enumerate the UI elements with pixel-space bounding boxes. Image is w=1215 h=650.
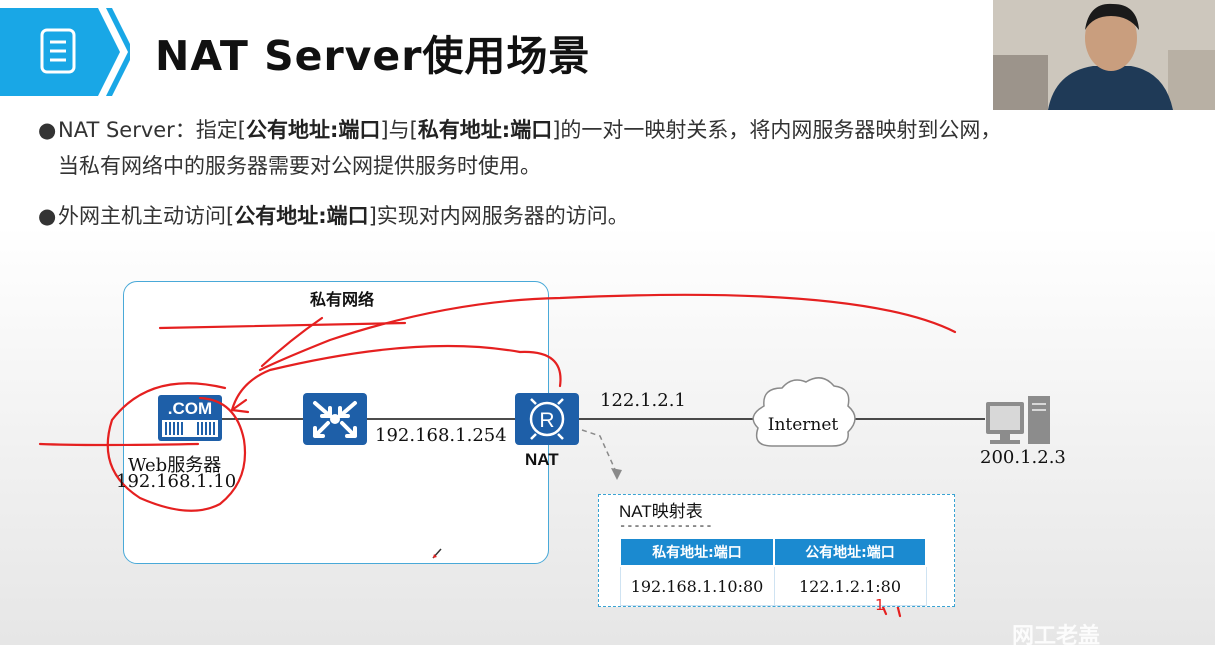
nat-table-panel: NAT映射表 ------------- 私有地址:端口 公有地址:端口 192… bbox=[598, 494, 955, 607]
table-header-row: 私有地址:端口 公有地址:端口 bbox=[619, 537, 927, 567]
bullet-external-access: ●外网主机主动访问[公有地址:端口]实现对内网服务器的访问。 bbox=[38, 204, 629, 228]
router-label: NAT bbox=[525, 450, 559, 469]
host-pc-icon bbox=[986, 396, 1050, 444]
bullet-bold: 公有地址:端口 bbox=[234, 204, 369, 228]
svg-text:R: R bbox=[539, 409, 554, 432]
annotation-number: 1 bbox=[875, 596, 885, 614]
router-to-table-arrow bbox=[581, 429, 618, 475]
bullet-nat-server-line2: 当私有网络中的服务器需要对公网提供服务时使用。 bbox=[58, 154, 541, 178]
host-ip-label: 200.1.2.3 bbox=[980, 447, 1066, 468]
table-header-private: 私有地址:端口 bbox=[619, 537, 775, 567]
router-public-ip-label: 122.1.2.1 bbox=[600, 390, 686, 411]
arrow-head bbox=[611, 468, 622, 480]
internet-cloud-icon bbox=[752, 377, 856, 447]
switch-ip-label: 192.168.1.254 bbox=[375, 425, 507, 446]
table-cell-private: 192.168.1.10:80 bbox=[619, 565, 775, 606]
watermark: 网工老盖 bbox=[1012, 624, 1101, 649]
page-title: NAT Server使用场景 bbox=[155, 32, 591, 80]
nat-table-divider: ------------- bbox=[619, 519, 713, 533]
internet-label: Internet bbox=[768, 415, 839, 435]
network-diagram: 私有网络 .COM R Internet Web服务器 192.168.1.10… bbox=[0, 270, 1215, 645]
server-icon-label: .COM bbox=[168, 399, 212, 418]
title-banner bbox=[0, 8, 130, 96]
bullet-bold: 私有地址:端口 bbox=[417, 118, 553, 142]
table-cell-public: 122.1.2.1:80 bbox=[773, 565, 927, 606]
server-ip-label: 192.168.1.10 bbox=[116, 471, 237, 492]
switch-icon bbox=[303, 393, 367, 445]
bullet-nat-server: ●NAT Server：指定[公有地址:端口]与[私有地址:端口]的一对一映射关… bbox=[38, 118, 1002, 142]
webcam-video bbox=[993, 0, 1215, 110]
router-icon: R bbox=[515, 393, 579, 445]
bullet-term: NAT Server bbox=[58, 118, 175, 142]
bullet-bold: 公有地址:端口 bbox=[246, 118, 381, 142]
table-header-public: 公有地址:端口 bbox=[773, 537, 927, 567]
cursor-pen-icon bbox=[432, 548, 442, 559]
